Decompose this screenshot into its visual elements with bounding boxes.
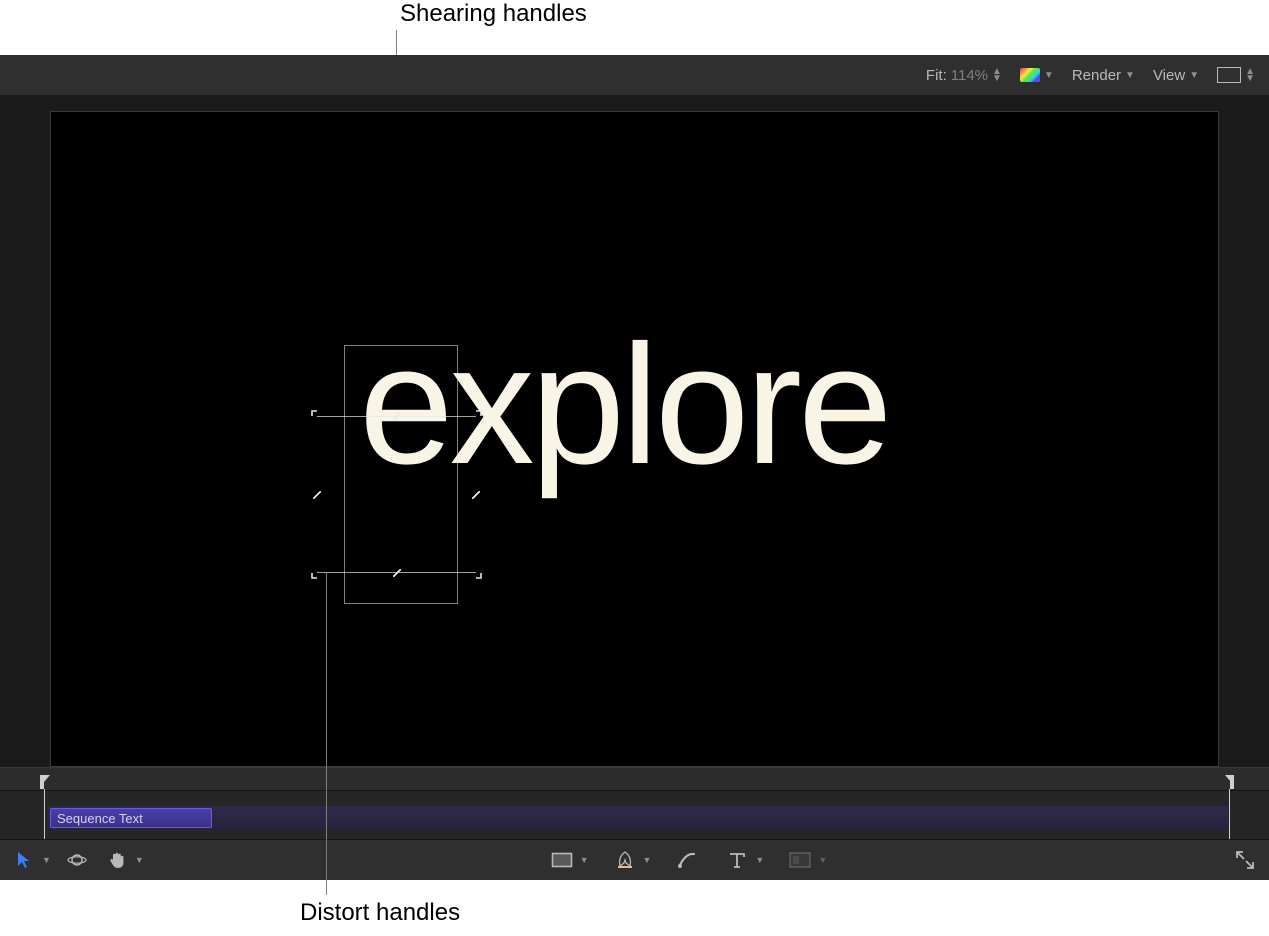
timeline-tracks[interactable]: Sequence Text — [0, 790, 1269, 840]
chevron-down-icon — [42, 855, 51, 865]
annotation-shearing: Shearing handles — [400, 0, 587, 28]
timeline-clip[interactable]: Sequence Text — [50, 808, 212, 828]
render-label: Render — [1072, 67, 1121, 84]
fit-value: 114% — [951, 67, 988, 84]
fit-zoom-control[interactable]: Fit: 114% — [926, 67, 1002, 84]
chevron-down-icon — [1044, 70, 1054, 81]
app-window: Fit: 114% Render View explore — [0, 55, 1269, 879]
text-icon — [723, 846, 751, 874]
text-tool[interactable] — [723, 846, 764, 874]
chevron-down-icon — [643, 855, 652, 865]
chevron-down-icon — [580, 855, 589, 865]
shape-mask-tool[interactable] — [548, 846, 589, 874]
timeline-ruler[interactable] — [0, 768, 1269, 791]
paint-stroke-tool[interactable] — [673, 846, 701, 874]
render-menu[interactable]: Render — [1072, 67, 1135, 84]
playhead-line[interactable] — [44, 789, 45, 845]
shearing-handle-top[interactable] — [391, 410, 403, 422]
fit-label: Fit: — [926, 67, 947, 84]
viewport-icon — [1217, 67, 1241, 83]
distort-handle-top-left[interactable] — [311, 410, 323, 422]
chevron-down-icon — [1189, 70, 1199, 81]
pan-tool[interactable] — [103, 846, 144, 874]
select-tool[interactable] — [10, 846, 51, 874]
chevron-down-icon — [818, 855, 827, 865]
image-well-icon — [786, 846, 814, 874]
distort-handle-top-right[interactable] — [470, 410, 482, 422]
shearing-handle-right[interactable] — [470, 489, 482, 501]
play-range-in-marker[interactable] — [40, 775, 49, 789]
canvas-ruler — [0, 95, 1269, 107]
fullscreen-button[interactable] — [1231, 846, 1259, 874]
arrow-icon — [10, 846, 38, 874]
pen-icon — [611, 846, 639, 874]
canvas-toolbar — [0, 839, 1269, 880]
distort-handle-bottom-left[interactable] — [311, 567, 323, 579]
annotation-distort: Distort handles — [300, 899, 460, 927]
mini-timeline: Sequence Text — [0, 767, 1269, 880]
view-label: View — [1153, 67, 1185, 84]
view-menu[interactable]: View — [1153, 67, 1199, 84]
canvas-text-object[interactable]: explore — [359, 320, 889, 490]
rectangle-icon — [548, 846, 576, 874]
stepper-icon — [1245, 68, 1255, 82]
chevron-down-icon — [755, 855, 764, 865]
color-channel-menu[interactable] — [1020, 68, 1054, 82]
canvas[interactable]: explore — [50, 111, 1219, 767]
stepper-icon — [992, 68, 1002, 82]
orbit-3d-tool[interactable] — [63, 846, 91, 874]
distort-handle-bottom-right[interactable] — [470, 567, 482, 579]
adjust-glyph-tool[interactable] — [786, 846, 827, 874]
color-swatch-icon — [1020, 68, 1040, 82]
viewport-layout-menu[interactable] — [1217, 67, 1255, 83]
play-range-out-marker[interactable] — [1225, 775, 1234, 789]
hand-icon — [103, 846, 131, 874]
bezier-tool[interactable] — [611, 846, 652, 874]
viewer-toolbar: Fit: 114% Render View — [0, 55, 1269, 96]
timeline-track-background — [48, 806, 1228, 830]
annotation-distort-line — [326, 573, 327, 895]
chevron-down-icon — [1125, 70, 1135, 81]
end-of-project-line — [1229, 789, 1230, 845]
chevron-down-icon — [135, 855, 144, 865]
shearing-handle-bottom[interactable] — [391, 567, 403, 579]
shearing-handle-left[interactable] — [311, 489, 323, 501]
